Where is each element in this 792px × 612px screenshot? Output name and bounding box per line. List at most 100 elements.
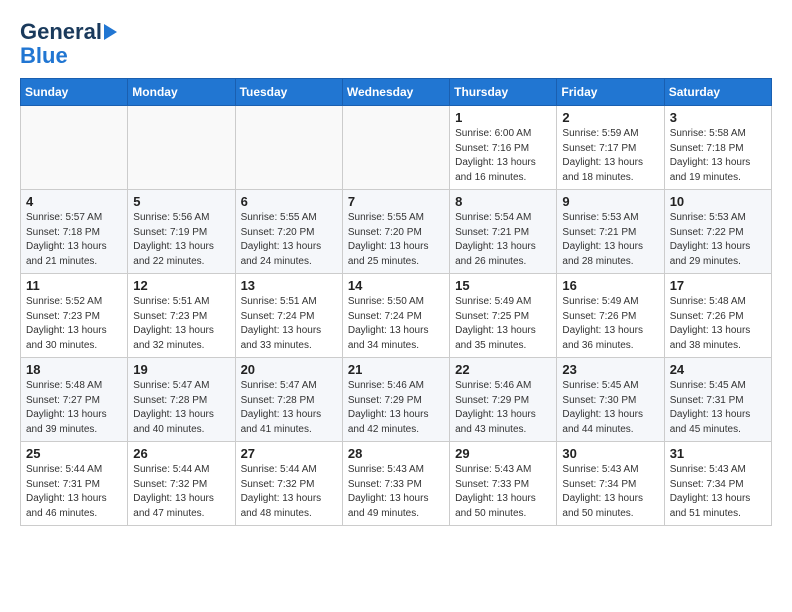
calendar-week-row: 18 Sunrise: 5:48 AM Sunset: 7:27 PM Dayli… [21,358,772,442]
day-info: Sunrise: 5:53 AM Sunset: 7:22 PM Dayligh… [670,211,766,269]
weekday-header-thursday: Thursday [450,79,557,106]
day-number: 5 [133,194,229,209]
day-info: Sunrise: 5:43 AM Sunset: 7:33 PM Dayligh… [455,463,551,521]
day-number: 20 [241,362,337,377]
calendar-cell: 8 Sunrise: 5:54 AM Sunset: 7:21 PM Daylig… [450,190,557,274]
day-info: Sunrise: 5:56 AM Sunset: 7:19 PM Dayligh… [133,211,229,269]
calendar-cell: 24Sunrise: 5:45 AM Sunset: 7:31 PM Dayli… [664,358,771,442]
calendar-cell: 17 Sunrise: 5:48 AM Sunset: 7:26 PM Dayli… [664,274,771,358]
day-info: Sunrise: 5:54 AM Sunset: 7:21 PM Dayligh… [455,211,551,269]
day-number: 27 [241,446,337,461]
day-info: Sunrise: 5:49 AM Sunset: 7:26 PM Dayligh… [562,295,658,353]
calendar-cell: 13 Sunrise: 5:51 AM Sunset: 7:24 PM Dayli… [235,274,342,358]
weekday-header-saturday: Saturday [664,79,771,106]
day-info: Sunrise: 5:53 AM Sunset: 7:21 PM Dayligh… [562,211,658,269]
day-number: 4 [26,194,122,209]
day-info: Sunrise: 5:55 AM Sunset: 7:20 PM Dayligh… [348,211,444,269]
calendar-cell: 1 Sunrise: 6:00 AM Sunset: 7:16 PM Daylig… [450,106,557,190]
day-number: 17 [670,278,766,293]
calendar-cell [235,106,342,190]
logo-arrow-icon [104,24,117,40]
day-number: 1 [455,110,551,125]
day-number: 24 [670,362,766,377]
day-number: 29 [455,446,551,461]
day-number: 16 [562,278,658,293]
weekday-header-sunday: Sunday [21,79,128,106]
day-info: Sunrise: 5:51 AM Sunset: 7:24 PM Dayligh… [241,295,337,353]
day-number: 11 [26,278,122,293]
logo-text-general: General [20,20,102,44]
day-info: Sunrise: 5:47 AM Sunset: 7:28 PM Dayligh… [133,379,229,437]
day-info: Sunrise: 5:50 AM Sunset: 7:24 PM Dayligh… [348,295,444,353]
calendar-cell: 23 Sunrise: 5:45 AM Sunset: 7:30 PM Dayli… [557,358,664,442]
calendar-cell: 15Sunrise: 5:49 AM Sunset: 7:25 PM Dayli… [450,274,557,358]
day-info: Sunrise: 5:48 AM Sunset: 7:27 PM Dayligh… [26,379,122,437]
calendar-cell: 30 Sunrise: 5:43 AM Sunset: 7:34 PM Dayli… [557,442,664,526]
day-info: Sunrise: 5:59 AM Sunset: 7:17 PM Dayligh… [562,127,658,185]
weekday-header-row: SundayMondayTuesdayWednesdayThursdayFrid… [21,79,772,106]
weekday-header-monday: Monday [128,79,235,106]
day-number: 23 [562,362,658,377]
calendar-cell: 5 Sunrise: 5:56 AM Sunset: 7:19 PM Daylig… [128,190,235,274]
calendar-table: SundayMondayTuesdayWednesdayThursdayFrid… [20,78,772,526]
calendar-week-row: 4 Sunrise: 5:57 AM Sunset: 7:18 PM Daylig… [21,190,772,274]
day-info: Sunrise: 5:47 AM Sunset: 7:28 PM Dayligh… [241,379,337,437]
calendar-cell: 31Sunrise: 5:43 AM Sunset: 7:34 PM Dayli… [664,442,771,526]
weekday-header-friday: Friday [557,79,664,106]
calendar-cell: 26Sunrise: 5:44 AM Sunset: 7:32 PM Dayli… [128,442,235,526]
calendar-cell: 20 Sunrise: 5:47 AM Sunset: 7:28 PM Dayli… [235,358,342,442]
calendar-cell [342,106,449,190]
day-number: 10 [670,194,766,209]
calendar-cell: 3Sunrise: 5:58 AM Sunset: 7:18 PM Daylig… [664,106,771,190]
logo-text-blue: Blue [20,44,68,68]
calendar-cell: 2 Sunrise: 5:59 AM Sunset: 7:17 PM Daylig… [557,106,664,190]
day-number: 30 [562,446,658,461]
day-info: Sunrise: 5:52 AM Sunset: 7:23 PM Dayligh… [26,295,122,353]
day-info: Sunrise: 5:44 AM Sunset: 7:31 PM Dayligh… [26,463,122,521]
day-info: Sunrise: 5:43 AM Sunset: 7:33 PM Dayligh… [348,463,444,521]
day-number: 9 [562,194,658,209]
calendar-week-row: 1 Sunrise: 6:00 AM Sunset: 7:16 PM Daylig… [21,106,772,190]
calendar-week-row: 25 Sunrise: 5:44 AM Sunset: 7:31 PM Dayli… [21,442,772,526]
day-info: Sunrise: 5:44 AM Sunset: 7:32 PM Dayligh… [241,463,337,521]
day-number: 6 [241,194,337,209]
day-info: Sunrise: 5:51 AM Sunset: 7:23 PM Dayligh… [133,295,229,353]
calendar-cell: 25 Sunrise: 5:44 AM Sunset: 7:31 PM Dayli… [21,442,128,526]
calendar-cell [128,106,235,190]
calendar-cell: 6 Sunrise: 5:55 AM Sunset: 7:20 PM Daylig… [235,190,342,274]
day-number: 2 [562,110,658,125]
calendar-cell: 10 Sunrise: 5:53 AM Sunset: 7:22 PM Dayli… [664,190,771,274]
calendar-cell: 29 Sunrise: 5:43 AM Sunset: 7:33 PM Dayli… [450,442,557,526]
day-info: Sunrise: 5:48 AM Sunset: 7:26 PM Dayligh… [670,295,766,353]
day-number: 22 [455,362,551,377]
day-info: Sunrise: 6:00 AM Sunset: 7:16 PM Dayligh… [455,127,551,185]
day-number: 8 [455,194,551,209]
day-number: 15 [455,278,551,293]
day-number: 18 [26,362,122,377]
calendar-cell: 14Sunrise: 5:50 AM Sunset: 7:24 PM Dayli… [342,274,449,358]
calendar-cell: 4 Sunrise: 5:57 AM Sunset: 7:18 PM Daylig… [21,190,128,274]
page-header: General Blue [20,20,772,68]
calendar-cell: 12 Sunrise: 5:51 AM Sunset: 7:23 PM Dayli… [128,274,235,358]
calendar-cell [21,106,128,190]
calendar-week-row: 11 Sunrise: 5:52 AM Sunset: 7:23 PM Dayli… [21,274,772,358]
weekday-header-wednesday: Wednesday [342,79,449,106]
day-info: Sunrise: 5:46 AM Sunset: 7:29 PM Dayligh… [455,379,551,437]
day-info: Sunrise: 5:55 AM Sunset: 7:20 PM Dayligh… [241,211,337,269]
day-number: 26 [133,446,229,461]
day-number: 7 [348,194,444,209]
calendar-cell: 18 Sunrise: 5:48 AM Sunset: 7:27 PM Dayli… [21,358,128,442]
calendar-cell: 28 Sunrise: 5:43 AM Sunset: 7:33 PM Dayli… [342,442,449,526]
day-number: 28 [348,446,444,461]
day-number: 19 [133,362,229,377]
calendar-cell: 19 Sunrise: 5:47 AM Sunset: 7:28 PM Dayli… [128,358,235,442]
day-number: 13 [241,278,337,293]
day-info: Sunrise: 5:57 AM Sunset: 7:18 PM Dayligh… [26,211,122,269]
calendar-cell: 22 Sunrise: 5:46 AM Sunset: 7:29 PM Dayli… [450,358,557,442]
day-info: Sunrise: 5:43 AM Sunset: 7:34 PM Dayligh… [562,463,658,521]
calendar-cell: 16 Sunrise: 5:49 AM Sunset: 7:26 PM Dayli… [557,274,664,358]
calendar-cell: 21Sunrise: 5:46 AM Sunset: 7:29 PM Dayli… [342,358,449,442]
day-info: Sunrise: 5:45 AM Sunset: 7:30 PM Dayligh… [562,379,658,437]
day-number: 12 [133,278,229,293]
day-number: 25 [26,446,122,461]
